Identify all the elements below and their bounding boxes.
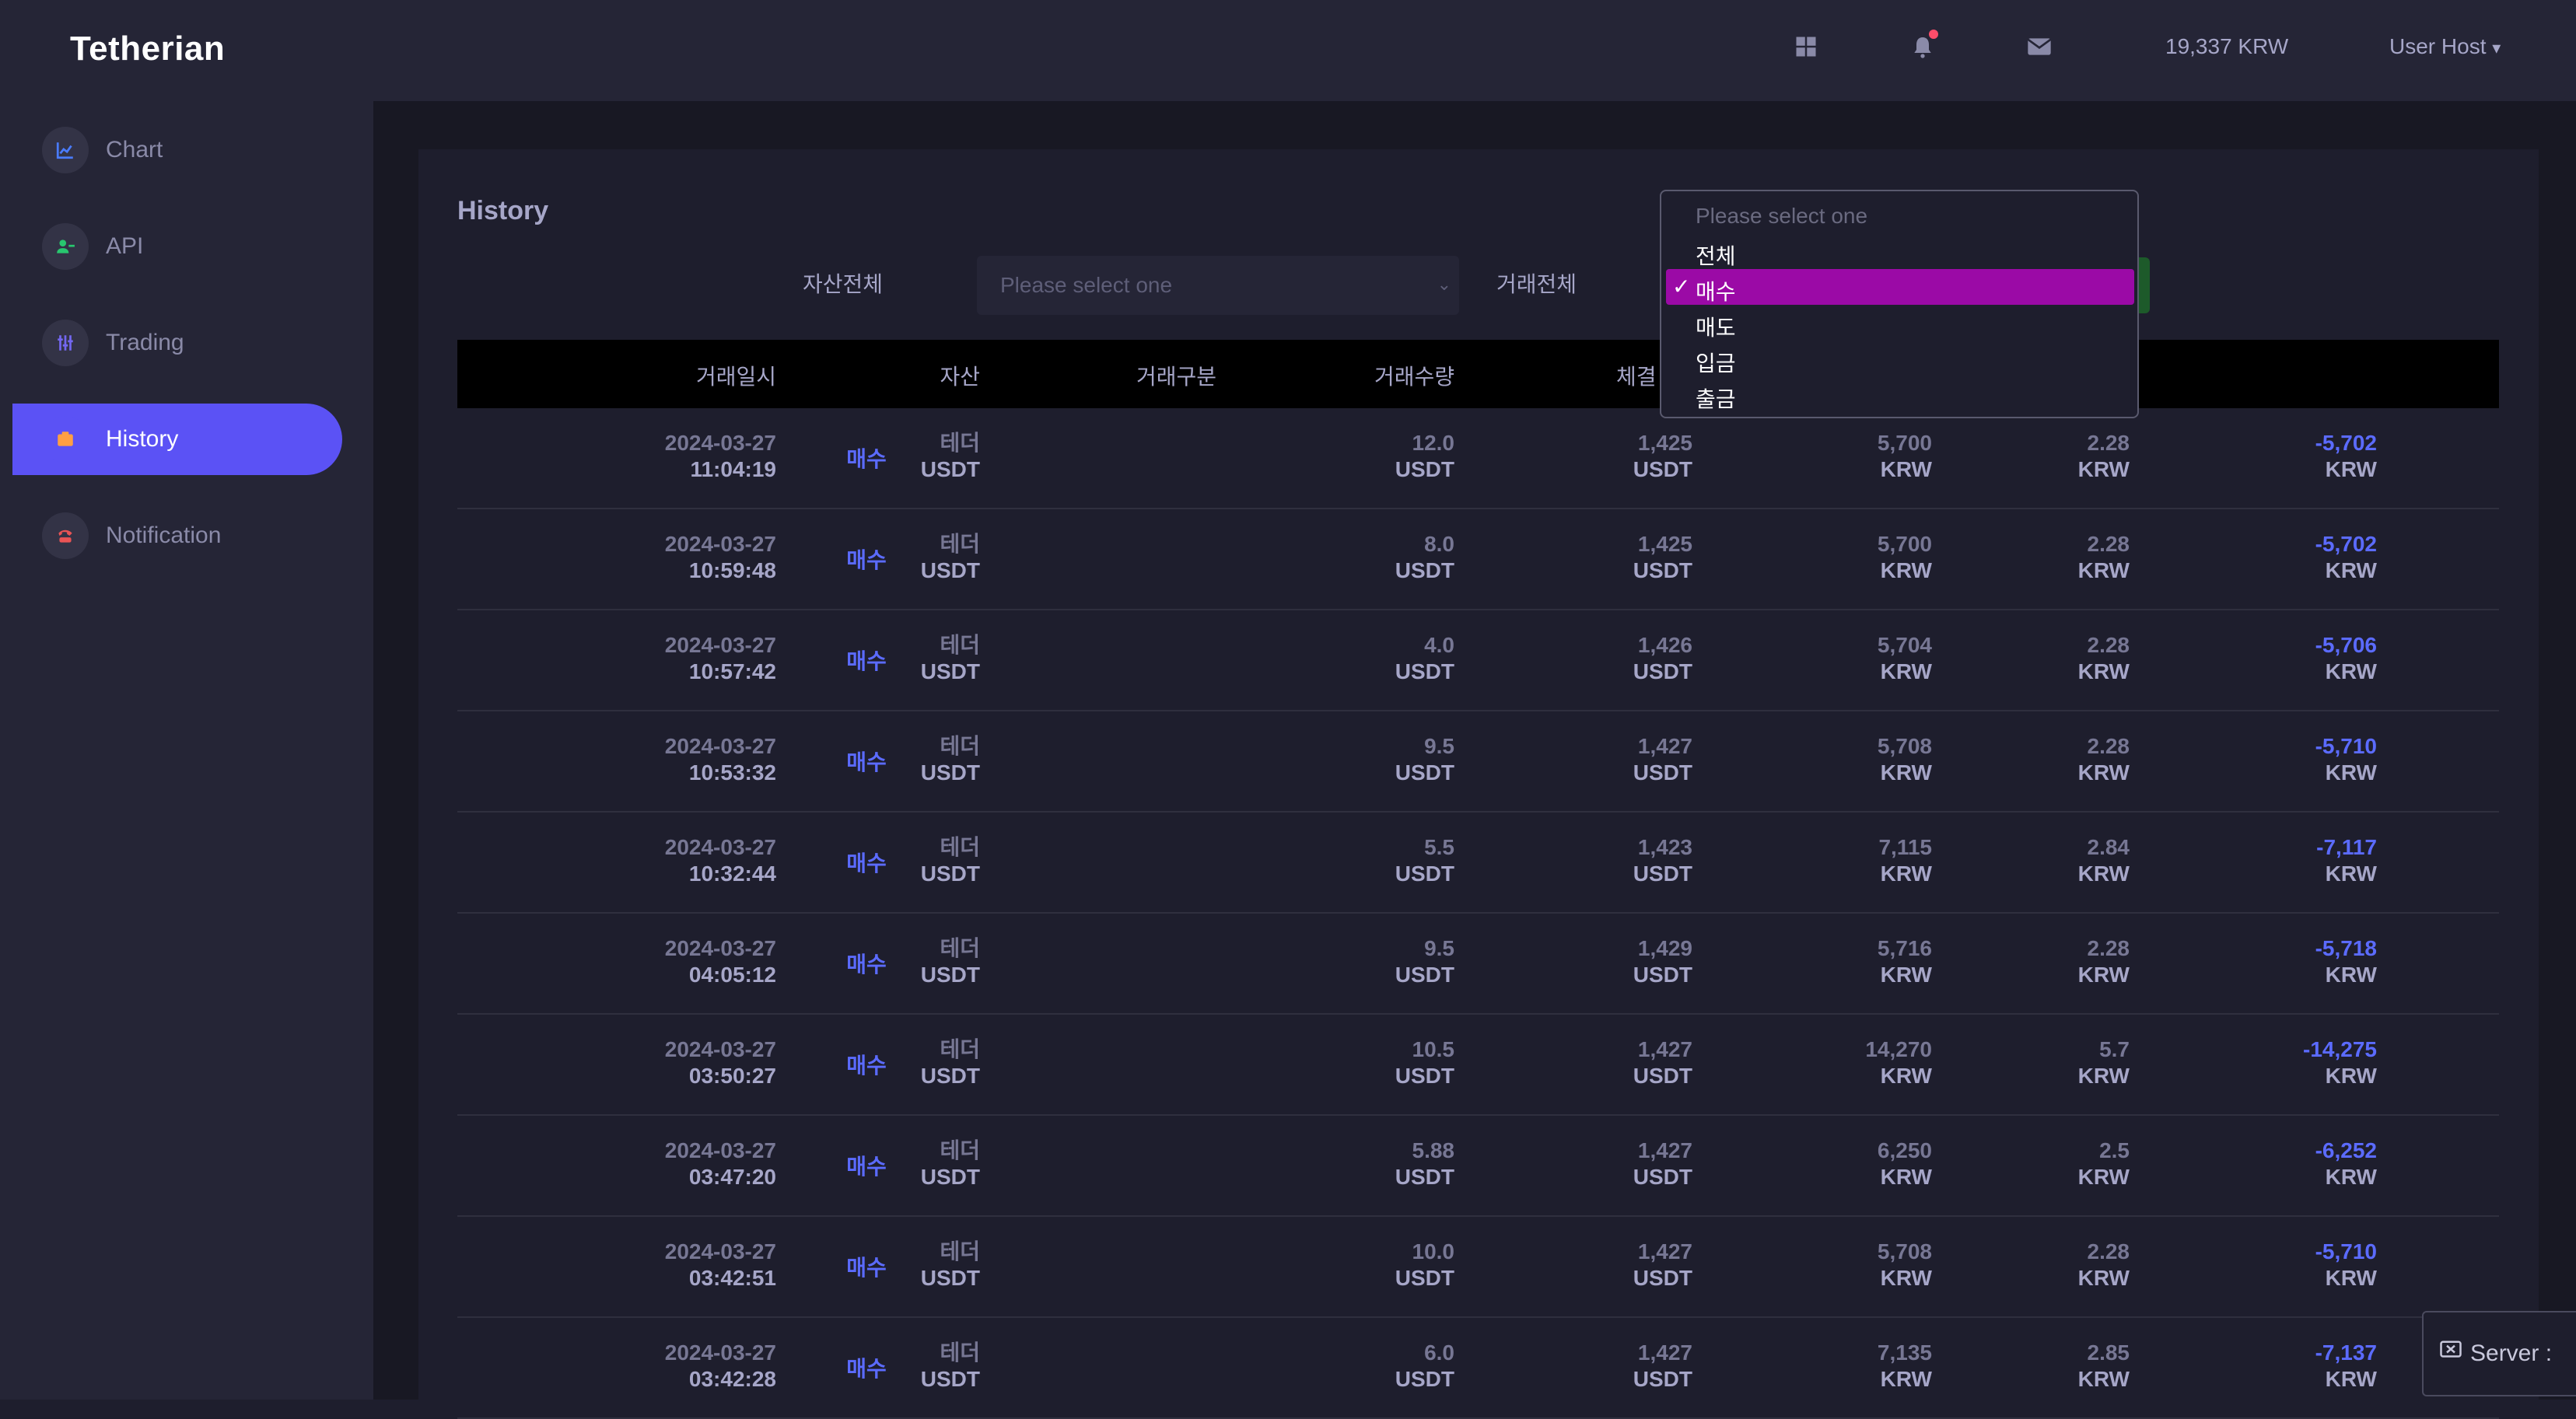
sidebar-item-notification[interactable]: Notification [12,500,342,571]
settlement-cell: -5,710 KRW [457,733,2377,786]
settlement-cell-value: -5,718 [2315,936,2377,960]
settlement-cell-unit: KRW [2325,963,2377,987]
settlement-cell: -14,275 KRW [457,1036,2377,1089]
settlement-cell-value: -5,706 [2315,633,2377,657]
users-icon [42,223,89,270]
table-row: 2024-03-27 03:47:20 테더 USDT 매수 5.88 USDT 1,427 U… [457,1116,2499,1217]
settlement-cell-unit: KRW [2325,659,2377,683]
dropdown-placeholder: Please select one [1696,204,1868,228]
sidebar-item-label: API [106,233,144,259]
page-title: History [457,196,549,225]
sidebar-item-label: Trading [106,330,184,355]
settlement-cell-unit: KRW [2325,1266,2377,1290]
settlement-cell-unit: KRW [2325,1165,2377,1189]
settlement-cell: -5,710 KRW [457,1239,2377,1291]
bell-icon[interactable] [1907,30,1938,62]
table-row: 2024-03-27 04:05:12 테더 USDT 매수 9.5 USDT 1,429 US… [457,914,2499,1015]
dropdown-option[interactable]: 매도 [1696,311,1736,342]
sidebar-item-chart[interactable]: Chart [12,114,342,186]
dropdown-option[interactable]: 전체 [1696,239,1736,271]
sliders-icon [42,320,89,366]
table-row: 2024-03-27 03:42:28 테더 USDT 매수 6.0 USDT 1,427 US… [457,1318,2499,1419]
sidebar-item-trading[interactable]: Trading [12,307,342,379]
type-filter-label: 거래전체 [1496,272,1577,296]
chart-icon [42,127,89,173]
settlement-cell-unit: KRW [2325,1064,2377,1088]
table-row: 2024-03-27 10:32:44 테더 USDT 매수 5.5 USDT 1,423 US… [457,813,2499,914]
settlement-cell: -6,252 KRW [457,1138,2377,1190]
settlement-cell-value: -7,117 [2316,835,2377,859]
sidebar-item-label: History [106,426,179,452]
settlement-cell-value: -5,710 [2315,734,2377,758]
sidebar-item-label: Chart [106,137,163,163]
server-status-widget[interactable]: Server : [2422,1311,2576,1396]
settlement-cell: -5,706 KRW [457,632,2377,685]
settlement-cell: -5,702 KRW [457,430,2377,483]
settlement-cell-value: -6,252 [2315,1138,2377,1162]
table-row: 2024-03-27 03:50:27 테더 USDT 매수 10.5 USDT 1,427 U… [457,1015,2499,1116]
settlement-cell-unit: KRW [2325,457,2377,481]
user-menu[interactable]: User Host ▾ [2389,34,2501,59]
settlement-cell-value: -5,702 [2315,431,2377,455]
settlement-cell-value: -14,275 [2303,1037,2377,1061]
mail-icon[interactable] [2024,31,2055,62]
dropdown-option[interactable]: 입금 [1696,347,1736,378]
settlement-cell-value: -7,137 [2315,1340,2377,1365]
table-row: 2024-03-27 11:04:19 테더 USDT 매수 12.0 USDT 1,425 U… [457,408,2499,509]
table-header: 거래일시 자산 거래구분 거래수량 체결 정산금액 [457,340,2499,408]
dropdown-option[interactable]: 출금 [1696,383,1736,414]
settlement-cell: -5,718 KRW [457,935,2377,988]
settlement-cell-value: -5,702 [2315,532,2377,556]
settlement-cell-unit: KRW [2325,1367,2377,1391]
type-select-edge[interactable] [2139,257,2150,313]
server-label: Server : [2470,1340,2553,1366]
settlement-cell: -5,702 KRW [457,531,2377,584]
apps-grid-icon[interactable] [1790,31,1822,62]
settlement-cell-unit: KRW [2325,558,2377,582]
table-row: 2024-03-27 03:42:51 테더 USDT 매수 10.0 USDT 1,427 U… [457,1217,2499,1318]
settlement-cell-value: -5,710 [2315,1239,2377,1263]
settlement-cell: -7,117 KRW [457,834,2377,887]
table-row: 2024-03-27 10:59:48 테더 USDT 매수 8.0 USDT 1,425 US… [457,509,2499,610]
settlement-cell-unit: KRW [2325,862,2377,886]
table-row: 2024-03-27 10:57:42 테더 USDT 매수 4.0 USDT 1,426 US… [457,610,2499,711]
asset-filter-label: 자산전체 [803,272,884,296]
wallet-icon [42,416,89,463]
sidebar-item-api[interactable]: API [12,211,342,282]
notification-dot [1929,30,1938,39]
history-table: 거래일시 자산 거래구분 거래수량 체결 정산금액 2024-03-2711:0… [457,340,2499,1419]
asset-select[interactable]: Please select one ⌄ [977,256,1459,315]
sidebar: Tetherian Chart API Trading History Noti… [0,0,373,1400]
sidebar-item-history[interactable]: History [12,404,342,475]
sidebar-item-label: Notification [106,523,222,548]
settlement-cell: -7,137 KRW [457,1340,2377,1393]
balance-display: 19,337 KRW [2165,34,2289,58]
chat-close-icon [2439,1339,2462,1368]
settlement-cell-unit: KRW [2325,760,2377,785]
asset-select-placeholder: Please select one [1000,273,1173,297]
phone-icon [42,512,89,559]
dropdown-option[interactable]: 매수 [1696,275,1736,306]
chevron-down-icon: ⌄ [1437,274,1451,294]
check-icon: ✓ [1672,274,1691,299]
app-logo[interactable]: Tetherian [70,30,225,68]
dropdown-option-selected[interactable] [1666,269,2134,305]
user-name: User Host [2389,34,2487,58]
table-row: 2024-03-27 10:53:32 테더 USDT 매수 9.5 USDT 1,427 US… [457,711,2499,813]
chevron-down-icon: ▾ [2492,38,2501,58]
table-body: 2024-03-27 11:04:19 테더 USDT 매수 12.0 USDT 1,425 U… [457,408,2499,1419]
